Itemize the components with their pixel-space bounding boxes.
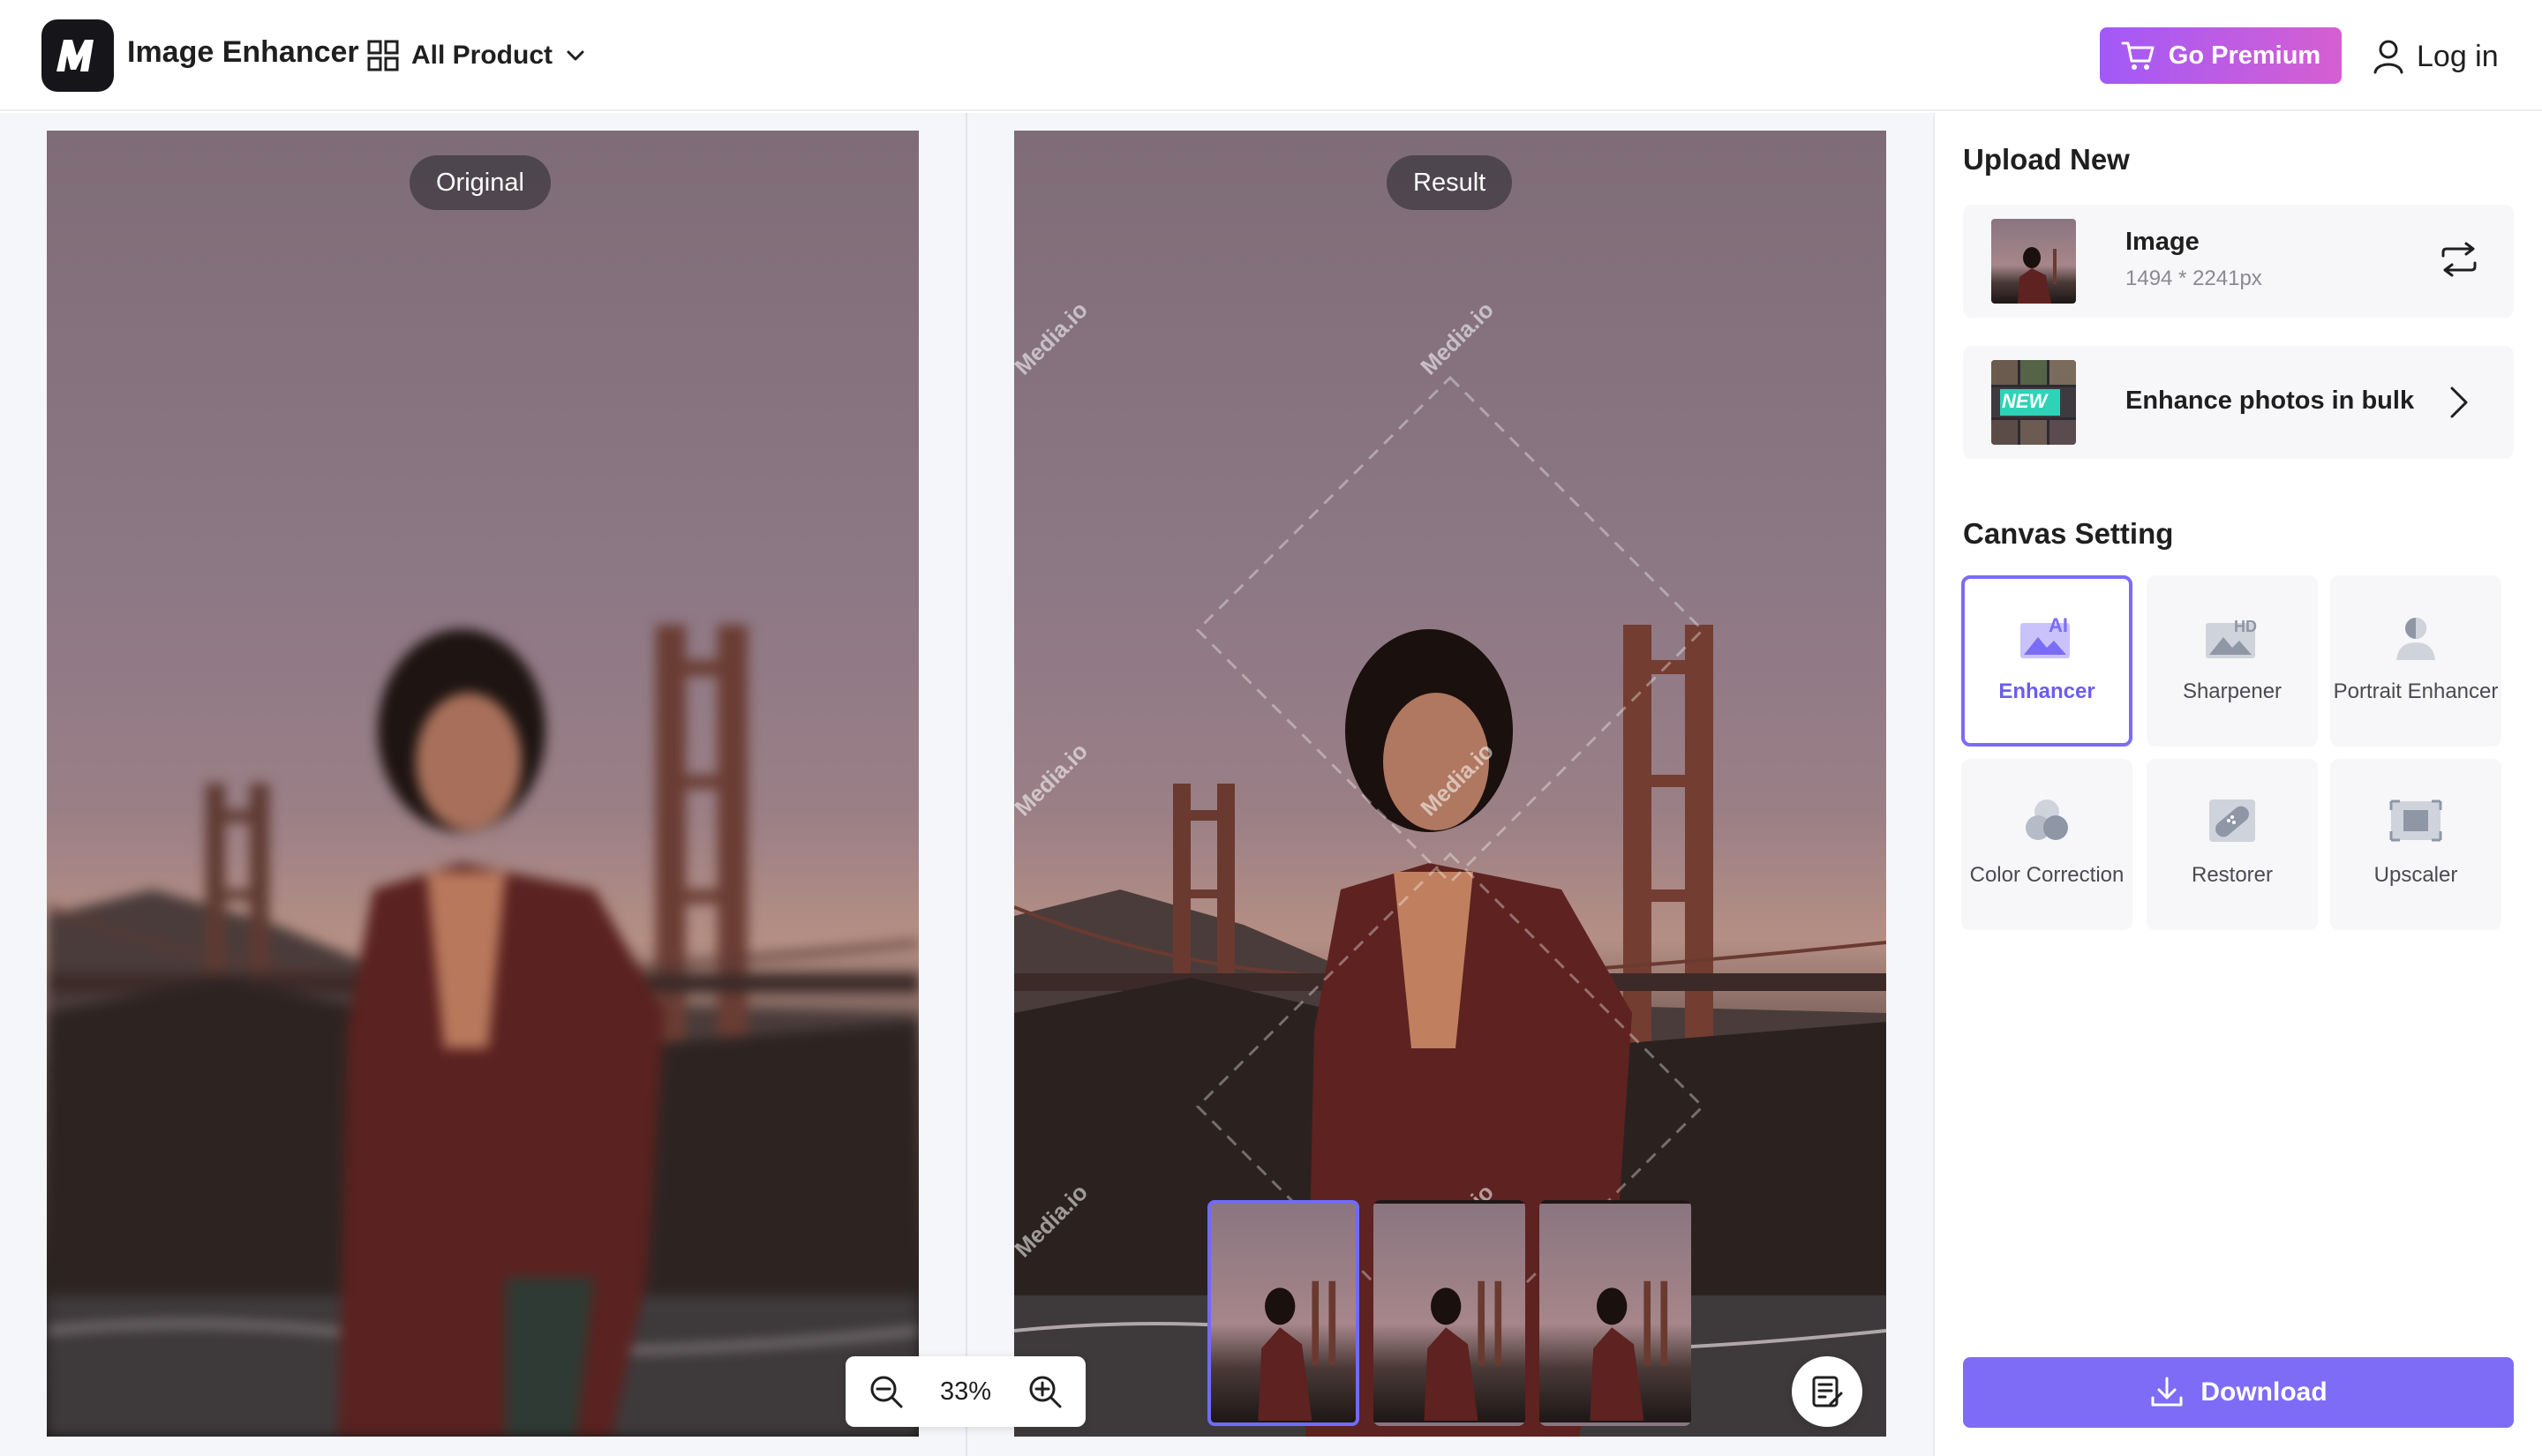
bulk-card-title: Enhance photos in bulk <box>2125 387 2415 415</box>
bulk-thumbnail: NEW <box>1991 360 2076 445</box>
app-title: Image Enhancer <box>127 35 359 69</box>
svg-text:AI: AI <box>2049 614 2068 636</box>
settings-panel: Upload New Image 1494 * 2241px NEW Enhan… <box>1933 113 2542 1456</box>
image-dimensions: 1494 * 2241px <box>2125 266 2262 290</box>
feedback-button[interactable] <box>1792 1356 1862 1427</box>
user-icon <box>2373 40 2403 74</box>
svg-text:HD: HD <box>2234 618 2257 635</box>
tool-color-correction-label: Color Correction <box>1969 863 2125 887</box>
result-thumbnail-1[interactable] <box>1207 1200 1359 1426</box>
tool-portrait-enhancer[interactable]: Portrait Enhancer <box>2330 575 2501 747</box>
original-photo-scene <box>47 625 919 1437</box>
portrait-icon <box>2388 612 2444 662</box>
tool-restorer-label: Restorer <box>2191 863 2274 887</box>
canvas-setting-title: Canvas Setting <box>1963 517 2174 550</box>
logo-m-icon <box>56 40 94 71</box>
result-thumbnail-3[interactable] <box>1539 1200 1691 1426</box>
original-label: Original <box>410 155 551 210</box>
thumbnail-image <box>1590 1280 1668 1422</box>
tool-restorer[interactable]: Restorer <box>2147 759 2318 930</box>
mediaio-logo[interactable] <box>41 19 114 92</box>
zoom-control: 33% <box>846 1356 1086 1427</box>
zoom-value: 33% <box>939 1377 992 1406</box>
result-label: Result <box>1387 155 1513 210</box>
bulk-enhance-card[interactable]: NEW Enhance photos in bulk <box>1963 346 2514 459</box>
thumbnail-image <box>1424 1280 1502 1422</box>
note-edit-icon <box>1812 1376 1843 1407</box>
tool-enhancer-label: Enhancer <box>1998 679 2095 703</box>
tool-enhancer[interactable]: AI Enhancer <box>1961 575 2132 747</box>
new-badge: NEW <box>2002 390 2048 412</box>
all-product-label: All Product <box>411 41 553 70</box>
go-premium-button[interactable]: Go Premium <box>2100 27 2342 84</box>
image-thumbnail <box>1991 219 2076 304</box>
compare-divider[interactable] <box>966 113 967 1456</box>
image-upload-card[interactable]: Image 1494 * 2241px <box>1963 205 2514 318</box>
thumbnail-image <box>2018 247 2057 304</box>
tool-sharpener-label: Sharpener <box>2182 679 2283 703</box>
login-link[interactable]: Log in <box>2373 32 2499 81</box>
tool-color-correction[interactable]: Color Correction <box>1961 759 2132 930</box>
bulk-open-button[interactable] <box>2448 385 2470 424</box>
image-card-title: Image <box>2125 228 2200 256</box>
grid-icon <box>367 40 399 71</box>
swap-icon <box>2441 242 2477 277</box>
result-thumbnails <box>1207 1200 1691 1426</box>
ai-image-icon: AI <box>2019 612 2075 662</box>
thumbnail-image <box>1258 1280 1336 1422</box>
hd-image-icon: HD <box>2204 612 2260 662</box>
all-product-menu[interactable]: All Product <box>367 34 586 78</box>
color-circles-icon <box>2019 796 2075 845</box>
original-image <box>47 131 919 1437</box>
bandage-icon <box>2204 796 2260 845</box>
tool-portrait-enhancer-label: Portrait Enhancer <box>2333 679 2499 703</box>
cart-icon <box>2121 41 2155 70</box>
upscale-frame-icon <box>2388 796 2444 845</box>
tool-upscaler-label: Upscaler <box>2373 863 2458 887</box>
login-label: Log in <box>2417 39 2499 73</box>
chevron-down-icon <box>567 50 584 61</box>
upload-new-title: Upload New <box>1963 143 2130 176</box>
download-icon <box>2151 1377 2183 1407</box>
zoom-in-button[interactable] <box>1024 1370 1066 1413</box>
chevron-right-icon <box>2450 387 2468 418</box>
download-label: Download <box>2200 1377 2328 1407</box>
zoom-out-button[interactable] <box>865 1370 907 1413</box>
download-button[interactable]: Download <box>1963 1357 2514 1428</box>
result-thumbnail-2[interactable] <box>1373 1200 1525 1426</box>
zoom-out-icon <box>870 1376 903 1408</box>
zoom-in-icon <box>1029 1376 1062 1408</box>
top-header: Image Enhancer All Product Go Premium Lo… <box>0 0 2542 111</box>
tool-upscaler[interactable]: Upscaler <box>2330 759 2501 930</box>
go-premium-label: Go Premium <box>2168 41 2321 70</box>
tool-sharpener[interactable]: HD Sharpener <box>2147 575 2318 747</box>
replace-image-button[interactable] <box>2440 242 2478 281</box>
